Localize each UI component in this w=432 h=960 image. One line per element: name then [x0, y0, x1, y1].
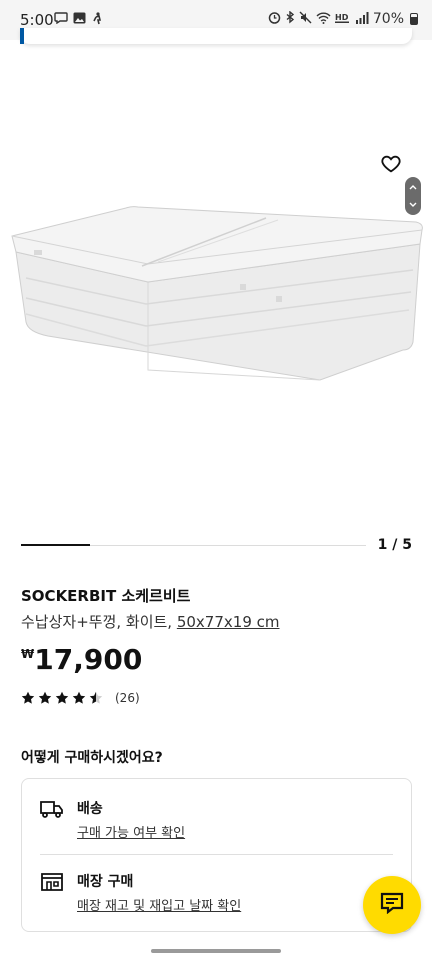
- gallery-progress-fill: [21, 544, 90, 546]
- gallery-pager: 1 / 5: [377, 537, 412, 553]
- purchase-heading: 어떻게 구매하시겠어요?: [21, 750, 163, 766]
- product-name: SOCKERBIT 소케르비트: [21, 587, 191, 605]
- product-dimensions-link[interactable]: 50x77x19 cm: [177, 613, 280, 631]
- product-description: 수납상자+뚜껑, 화이트, 50x77x19 cm: [21, 611, 280, 632]
- status-time: 5:00: [20, 11, 54, 29]
- notification-icons: [54, 12, 103, 28]
- hd-voice-icon: HD: [334, 12, 351, 27]
- bluetooth-icon: [285, 10, 295, 27]
- image-icon: [73, 12, 86, 28]
- chat-bubble-icon: [54, 12, 68, 28]
- wifi-icon: [316, 12, 331, 27]
- battery-icon: [410, 13, 418, 25]
- delivery-title: 배송: [77, 801, 103, 817]
- star-icon: [38, 691, 52, 704]
- chat-button[interactable]: [363, 876, 421, 934]
- options-divider: [40, 854, 393, 855]
- accessibility-icon: [91, 12, 103, 28]
- star-icon: [89, 691, 103, 704]
- gallery-progress-bar: [21, 544, 366, 546]
- truck-icon: [40, 799, 64, 819]
- review-count: (26): [115, 691, 140, 705]
- mute-icon: [299, 11, 312, 27]
- banner-accent: [20, 28, 24, 44]
- product-image[interactable]: [8, 200, 426, 436]
- rating-stars: [21, 691, 103, 705]
- purchase-options-card: 배송 구매 가능 여부 확인 매장 구매 매장 재고 및 재입고 날짜 확인: [21, 778, 412, 932]
- top-banner-card[interactable]: [20, 28, 412, 44]
- product-gallery[interactable]: [0, 50, 432, 520]
- chat-icon: [380, 892, 404, 918]
- product-rating[interactable]: (26): [21, 691, 140, 705]
- price-amount: 17,900: [34, 643, 143, 676]
- star-icon: [72, 691, 86, 704]
- heart-icon[interactable]: [380, 153, 402, 175]
- product-type: 수납상자+뚜껑, 화이트,: [21, 613, 177, 631]
- signal-icon: [355, 11, 369, 27]
- image-scroll-handle[interactable]: [405, 177, 421, 215]
- store-icon: [40, 872, 64, 892]
- delivery-availability-link[interactable]: 구매 가능 여부 확인: [77, 822, 185, 841]
- star-icon: [21, 691, 35, 704]
- product-price: ₩17,900: [21, 643, 142, 676]
- store-title: 매장 구매: [77, 874, 134, 890]
- system-icons: HD 70%: [268, 10, 418, 27]
- svg-text:HD: HD: [335, 13, 349, 22]
- currency-symbol: ₩: [21, 647, 35, 661]
- store-stock-link[interactable]: 매장 재고 및 재입고 날짜 확인: [77, 895, 241, 914]
- alarm-icon: [268, 11, 281, 27]
- gesture-nav-bar[interactable]: [151, 949, 281, 953]
- star-icon: [55, 691, 69, 704]
- battery-percent: 70%: [372, 11, 404, 27]
